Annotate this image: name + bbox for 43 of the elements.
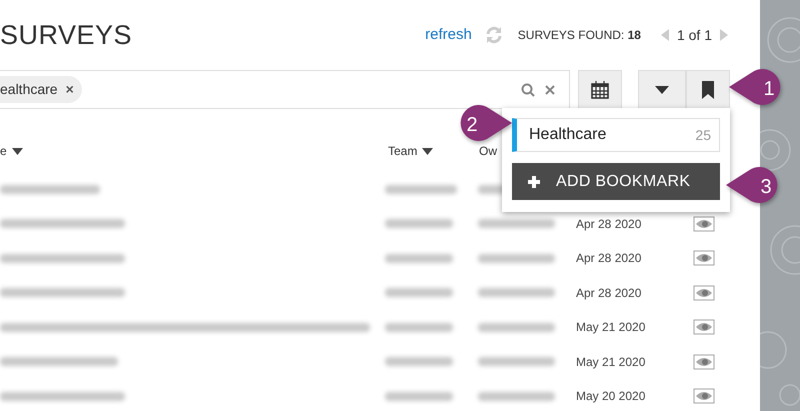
blurred-text bbox=[385, 322, 453, 332]
blurred-text bbox=[385, 184, 457, 194]
results-count: SURVEYS FOUND: 18 bbox=[518, 27, 641, 44]
date-cell-text: May 20 2020 bbox=[576, 388, 646, 406]
search-icon[interactable] bbox=[521, 82, 535, 96]
remove-chip-button[interactable]: × bbox=[66, 79, 74, 100]
column-header[interactable]: Ow bbox=[479, 142, 497, 160]
caret-icon bbox=[655, 86, 669, 94]
blurred-text bbox=[385, 219, 453, 228]
refresh-link[interactable]: refresh bbox=[425, 24, 472, 46]
filter-chip[interactable]: ealthcare × bbox=[0, 76, 82, 103]
add-bookmark-button[interactable]: ADD BOOKMARK bbox=[512, 163, 720, 200]
eye-icon[interactable] bbox=[693, 284, 715, 300]
sort-icon[interactable] bbox=[12, 148, 23, 154]
eye-icon[interactable] bbox=[693, 319, 715, 335]
column-header[interactable]: Team bbox=[388, 142, 418, 160]
calendar-button[interactable] bbox=[578, 70, 622, 109]
blurred-text bbox=[385, 357, 453, 366]
blurred-text bbox=[385, 288, 453, 298]
calendar-icon bbox=[591, 80, 609, 98]
column-header[interactable]: e bbox=[0, 142, 7, 160]
bookmark-icon bbox=[702, 80, 714, 98]
plus-icon bbox=[528, 176, 540, 188]
bookmark-count: 25 bbox=[695, 126, 711, 144]
clear-icon[interactable] bbox=[545, 84, 555, 94]
bookmark-button[interactable] bbox=[686, 70, 730, 109]
sort-icon[interactable] bbox=[422, 148, 434, 154]
blurred-text bbox=[385, 392, 453, 401]
date-cell-text: Apr 28 2020 bbox=[576, 216, 642, 233]
date-cell-text: May 21 2020 bbox=[576, 319, 646, 336]
dropdown-button[interactable] bbox=[638, 70, 686, 109]
page-indicator: 1 of 1 bbox=[676, 26, 712, 44]
date-cell-text: Apr 28 2020 bbox=[576, 284, 642, 302]
bookmark-item[interactable]: Healthcare 25 bbox=[512, 118, 720, 152]
date-cell-text: Apr 28 2020 bbox=[576, 250, 642, 268]
date-cell-text: May 21 2020 bbox=[576, 354, 646, 371]
page-title: SURVEYS bbox=[0, 22, 132, 48]
eye-icon[interactable] bbox=[693, 250, 715, 266]
search-field[interactable]: ealthcare × bbox=[0, 70, 570, 109]
eye-icon[interactable] bbox=[693, 388, 715, 404]
eye-icon[interactable] bbox=[693, 216, 715, 232]
eye-icon[interactable] bbox=[693, 354, 715, 370]
blurred-text bbox=[385, 254, 453, 263]
